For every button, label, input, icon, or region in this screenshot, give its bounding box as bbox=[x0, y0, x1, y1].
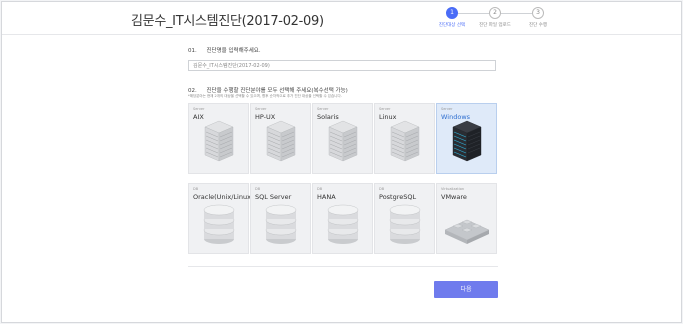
question-number: 01. bbox=[188, 48, 197, 54]
target-card-oracle[interactable]: DB Oracle(Unix/Linux) bbox=[188, 183, 253, 254]
target-card-linux[interactable]: Server Linux bbox=[374, 103, 435, 174]
target-card-vmware[interactable]: Virtualization VMware bbox=[436, 183, 497, 254]
server-dark-icon bbox=[452, 120, 482, 162]
database-icon bbox=[265, 204, 297, 244]
page-title: 김문수_IT시스템진단(2017-02-09) bbox=[131, 14, 324, 29]
diagnosis-name-input[interactable]: 김문수_IT시스템진단(2017-02-09) bbox=[188, 60, 496, 71]
question-hint: *해당분야는 현재 2개의 대상을 선택할 수 있으며, 향후 순차적으로 추가… bbox=[188, 94, 342, 98]
target-card-sql-server[interactable]: DB SQL Server bbox=[250, 183, 311, 254]
step-1: 1 진단대상 선택 bbox=[432, 7, 472, 28]
target-card-hana[interactable]: DB HANA bbox=[312, 183, 373, 254]
server-icon bbox=[328, 120, 358, 162]
step-label: 진단 파일 업로드 bbox=[479, 23, 511, 28]
step-number: 2 bbox=[489, 7, 501, 19]
question-2: 02. 진단을 수행할 진단분야를 모두 선택해 주세요(복수선택 가능) bbox=[188, 86, 348, 94]
step-label: 진단 수행 bbox=[529, 23, 547, 28]
database-icon bbox=[327, 204, 359, 244]
target-card-windows[interactable]: Server Windows bbox=[436, 103, 497, 174]
step-3: 3 진단 수행 bbox=[518, 7, 558, 28]
question-1: 01. 진단명을 입력해주세요. bbox=[188, 46, 261, 54]
step-2: 2 진단 파일 업로드 bbox=[475, 7, 515, 28]
app-window: 김문수_IT시스템진단(2017-02-09) 1 진단대상 선택 2 진단 파… bbox=[1, 1, 682, 323]
database-icon bbox=[389, 204, 421, 244]
target-card-aix[interactable]: Server AIX bbox=[188, 103, 249, 174]
header: 김문수_IT시스템진단(2017-02-09) 1 진단대상 선택 2 진단 파… bbox=[2, 2, 681, 35]
database-icon bbox=[203, 204, 235, 244]
target-card-solaris[interactable]: Server Solaris bbox=[312, 103, 373, 174]
divider bbox=[188, 266, 498, 267]
target-card-hp-ux[interactable]: Server HP-UX bbox=[250, 103, 311, 174]
virtualization-icon bbox=[444, 219, 490, 244]
target-card-postgresql[interactable]: DB PostgreSQL bbox=[374, 183, 435, 254]
next-button[interactable]: 다음 bbox=[434, 281, 498, 298]
step-number: 3 bbox=[532, 7, 544, 19]
server-icon bbox=[204, 120, 234, 162]
question-text: 진단명을 입력해주세요. bbox=[206, 48, 261, 54]
server-icon bbox=[390, 120, 420, 162]
server-icon bbox=[266, 120, 296, 162]
step-label: 진단대상 선택 bbox=[438, 23, 466, 28]
progress-steps: 1 진단대상 선택 2 진단 파일 업로드 3 진단 수행 bbox=[432, 7, 557, 31]
step-number: 1 bbox=[446, 7, 458, 19]
